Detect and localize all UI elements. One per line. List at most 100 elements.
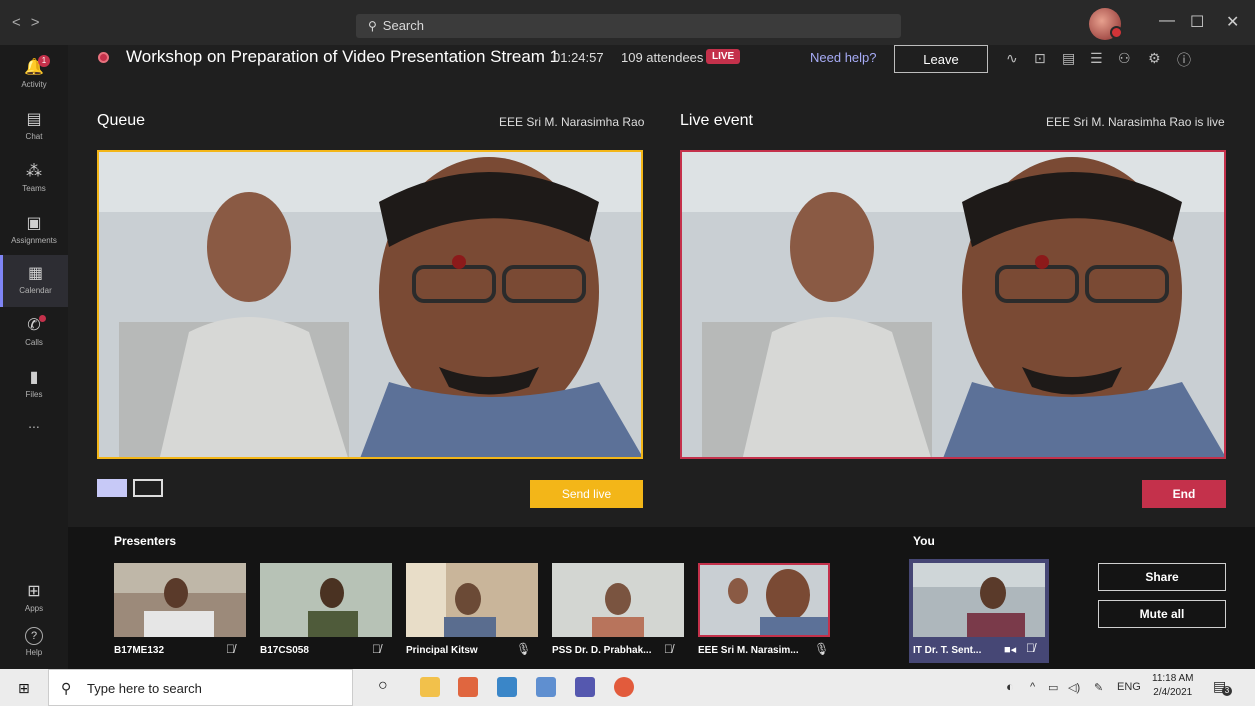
search-icon: ⚲ bbox=[368, 19, 377, 33]
chart-icon[interactable]: ⊡ bbox=[1034, 50, 1046, 67]
event-header: Workshop on Preparation of Video Present… bbox=[68, 45, 1255, 75]
forward-button[interactable]: > bbox=[31, 14, 50, 31]
live-video[interactable] bbox=[680, 150, 1226, 459]
settings-icon[interactable]: ⚙ bbox=[1148, 50, 1161, 67]
close-button[interactable]: ✕ bbox=[1226, 12, 1239, 32]
chat-icon: ▤ bbox=[26, 111, 42, 128]
search-label: Search bbox=[382, 18, 424, 33]
pen-icon[interactable]: ✎ bbox=[1094, 681, 1103, 694]
taskbar: ⊞ ⚲ Type here to search ○ ◐ ^ ▭ ◁) ✎ ENG… bbox=[0, 669, 1255, 706]
network-icon[interactable]: ▭ bbox=[1048, 681, 1058, 694]
phone-icon: ✆ bbox=[27, 317, 41, 334]
notification-count: 3 bbox=[1222, 686, 1232, 696]
teams-icon: ⁂ bbox=[26, 163, 42, 180]
send-live-button[interactable]: Send live bbox=[530, 480, 643, 508]
rail-item-calendar[interactable]: ▦ Calendar bbox=[0, 255, 68, 307]
file-explorer-icon[interactable] bbox=[420, 677, 440, 697]
health-icon[interactable]: ∿ bbox=[1006, 50, 1018, 67]
title-bar: <> ⚲ Search — ☐ ✕ bbox=[0, 0, 1255, 45]
recording-icon bbox=[98, 52, 109, 63]
activity-badge: 1 bbox=[38, 55, 50, 67]
language-indicator[interactable]: ENG bbox=[1117, 681, 1141, 693]
taskbar-search-input[interactable]: ⚲ Type here to search bbox=[48, 669, 353, 706]
live-event-status: EEE Sri M. Narasimha Rao is live bbox=[1046, 115, 1225, 129]
event-title: Workshop on Preparation of Video Present… bbox=[126, 47, 560, 66]
live-video-frame bbox=[682, 152, 1224, 457]
windows-start-icon[interactable]: ⊞ bbox=[18, 680, 30, 697]
queue-video[interactable] bbox=[97, 150, 643, 459]
queue-video-frame bbox=[99, 152, 641, 457]
presenter-name: B17CS058 bbox=[260, 645, 309, 656]
clock-time: 11:18 AM bbox=[1152, 673, 1194, 684]
info-icon[interactable]: ⓘ bbox=[1177, 50, 1191, 70]
mic-muted-icon[interactable]: 🎙̸ bbox=[1026, 641, 1035, 655]
rail-item-teams[interactable]: ⁂ Teams bbox=[0, 153, 68, 205]
rail-item-apps[interactable]: ⊞ Apps bbox=[0, 573, 68, 625]
presenter-tile-live[interactable] bbox=[698, 563, 830, 637]
rail-item-calls[interactable]: ✆ Calls bbox=[0, 307, 68, 359]
clock[interactable]: 11:18 AM 2/4/2021 bbox=[1152, 672, 1194, 700]
chrome-icon[interactable] bbox=[614, 677, 634, 697]
presenter-tile[interactable] bbox=[406, 563, 538, 637]
nav-arrows: <> bbox=[12, 14, 50, 31]
notifications-icon[interactable]: ▤ 3 bbox=[1213, 678, 1232, 696]
queue-title: Queue bbox=[97, 112, 146, 129]
presenter-video bbox=[700, 565, 828, 635]
calls-dot bbox=[39, 315, 46, 322]
taskbar-search-placeholder: Type here to search bbox=[87, 681, 202, 696]
rail-item-label: Calendar bbox=[19, 286, 52, 295]
calendar-icon: ▦ bbox=[27, 265, 44, 282]
split-layout-icon[interactable] bbox=[133, 479, 163, 497]
clock-date: 2/4/2021 bbox=[1153, 687, 1193, 698]
presenter-tile[interactable] bbox=[260, 563, 392, 637]
bell-icon: 🔔 bbox=[24, 59, 44, 76]
show-hidden-icons[interactable]: ^ bbox=[1030, 681, 1035, 693]
rail-item-label: Assignments bbox=[11, 236, 57, 245]
minimize-button[interactable]: — bbox=[1159, 12, 1175, 30]
assignments-icon: ▣ bbox=[26, 215, 42, 232]
app-icon[interactable] bbox=[497, 677, 517, 697]
mic-muted-icon: 🎙̸ bbox=[372, 642, 381, 656]
notes-icon[interactable]: ▤ bbox=[1062, 50, 1075, 67]
presenter-video bbox=[260, 563, 392, 637]
live-event-title: Live event bbox=[680, 112, 753, 129]
cortana-icon[interactable]: ○ bbox=[378, 677, 388, 695]
participants-icon[interactable]: ⚇ bbox=[1118, 50, 1131, 67]
more-icon: ... bbox=[28, 415, 40, 431]
apps-icon: ⊞ bbox=[27, 583, 41, 600]
leave-button[interactable]: Leave bbox=[894, 45, 988, 73]
tray-app-icon[interactable]: ◐ bbox=[1006, 679, 1014, 694]
presenter-video bbox=[406, 563, 538, 637]
mute-all-button[interactable]: Mute all bbox=[1098, 600, 1226, 628]
volume-icon[interactable]: ◁) bbox=[1068, 681, 1080, 694]
maximize-button[interactable]: ☐ bbox=[1190, 12, 1204, 32]
mic-icon: 🎙 bbox=[516, 642, 532, 656]
need-help-link[interactable]: Need help? bbox=[810, 50, 877, 65]
queue-presenter: EEE Sri M. Narasimha Rao bbox=[499, 115, 645, 129]
presenter-tile[interactable] bbox=[552, 563, 684, 637]
share-button[interactable]: Share bbox=[1098, 563, 1226, 591]
teams-icon[interactable] bbox=[575, 677, 595, 697]
rail-item-label: Apps bbox=[24, 604, 44, 613]
event-elapsed-time: 01:24:57 bbox=[553, 50, 604, 65]
avatar[interactable] bbox=[1089, 8, 1123, 40]
rail-item-files[interactable]: ▮ Files bbox=[0, 359, 68, 411]
rail-item-assignments[interactable]: ▣ Assignments bbox=[0, 205, 68, 257]
app-rail: 🔔 1 Activity ▤ Chat ⁂ Teams ▣ Assignment… bbox=[0, 45, 68, 669]
more-apps-button[interactable]: ... bbox=[0, 415, 68, 467]
rail-item-chat[interactable]: ▤ Chat bbox=[0, 101, 68, 153]
rail-item-activity[interactable]: 🔔 1 Activity bbox=[0, 49, 68, 101]
camera-icon[interactable]: ■◂ bbox=[1004, 643, 1016, 656]
search-input[interactable]: ⚲ Search bbox=[356, 14, 901, 38]
files-icon: ▮ bbox=[29, 369, 39, 386]
single-layout-icon[interactable] bbox=[97, 479, 127, 497]
app-icon[interactable] bbox=[458, 677, 478, 697]
back-button[interactable]: < bbox=[12, 14, 31, 31]
qna-icon[interactable]: ☰ bbox=[1090, 50, 1103, 67]
end-button[interactable]: End bbox=[1142, 480, 1226, 508]
app-icon[interactable] bbox=[536, 677, 556, 697]
self-tile[interactable]: IT Dr. T. Sent... ■◂ 🎙̸ bbox=[909, 559, 1049, 663]
rail-item-help[interactable]: ? Help bbox=[0, 619, 68, 671]
presenter-tile[interactable] bbox=[114, 563, 246, 637]
search-icon: ⚲ bbox=[61, 680, 72, 696]
